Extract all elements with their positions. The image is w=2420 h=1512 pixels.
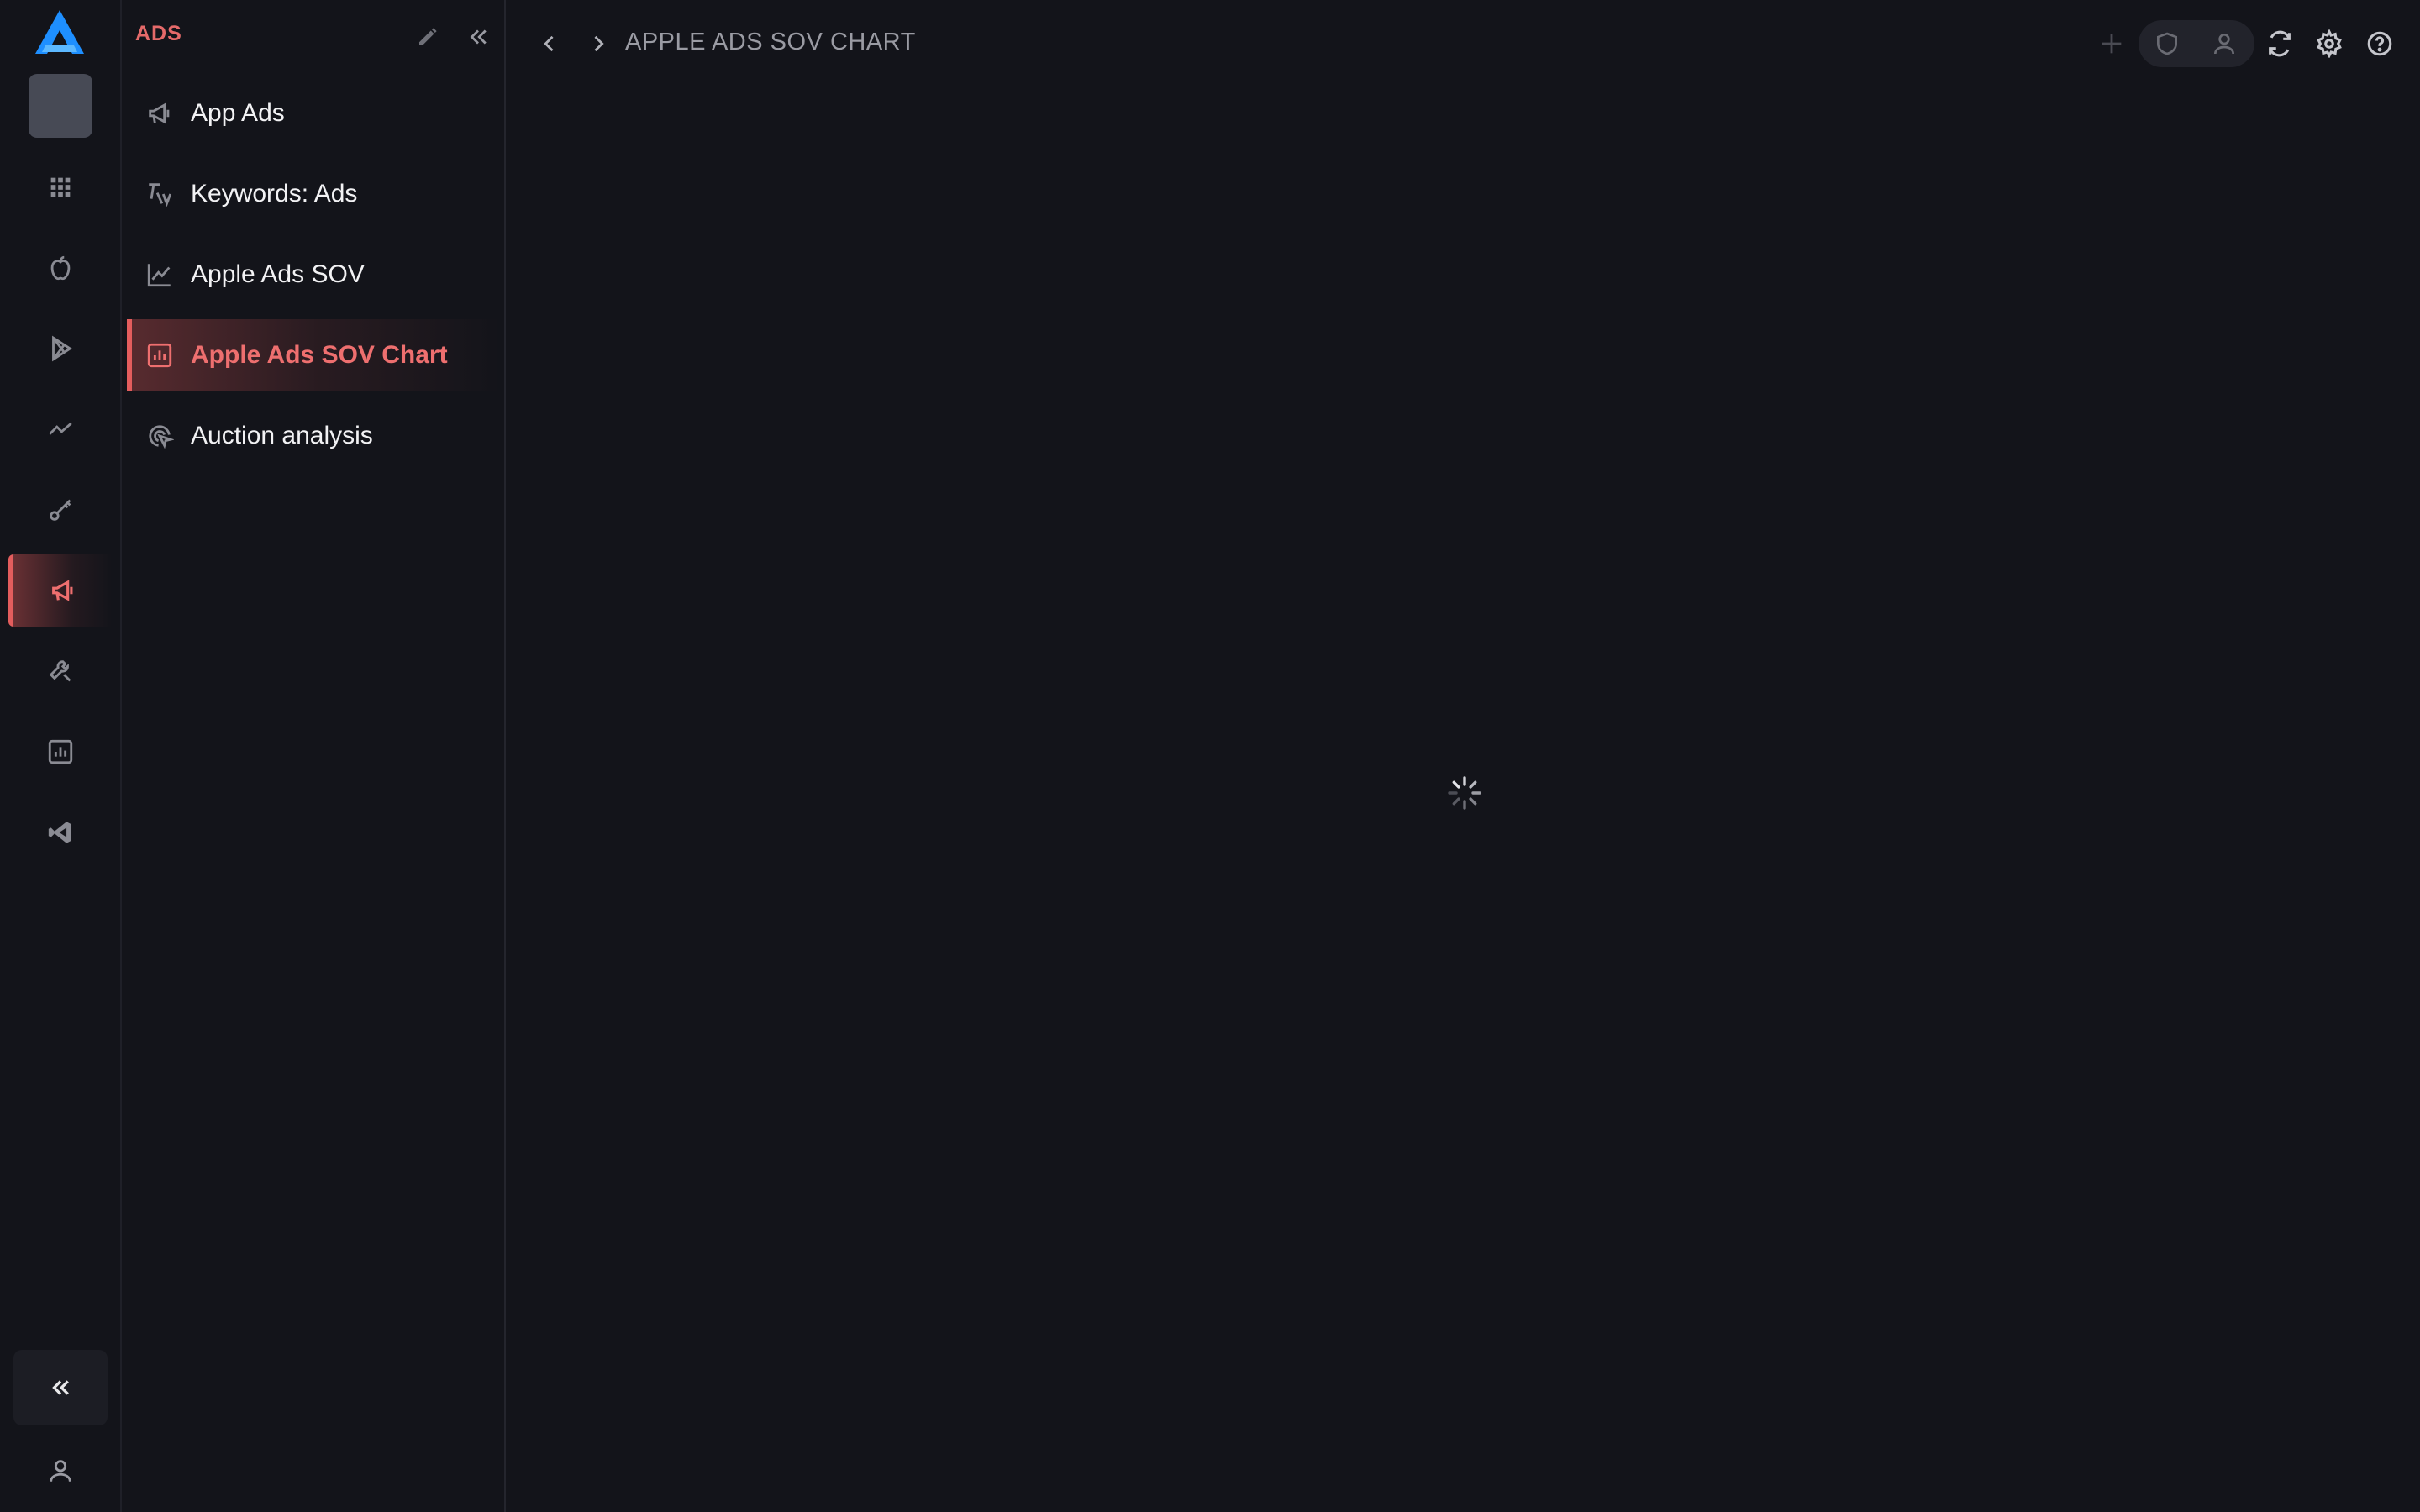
- sidebar-item-app-ads[interactable]: App Ads: [127, 77, 502, 150]
- gear-icon: [2317, 29, 2342, 58]
- megaphone-icon: [144, 97, 176, 129]
- app-logo[interactable]: [32, 8, 87, 57]
- breadcrumb: APPLE ADS SOV CHART: [625, 29, 916, 55]
- trend-icon[interactable]: [8, 393, 113, 465]
- app-rail: [0, 0, 122, 1512]
- help-icon: [2367, 31, 2392, 56]
- refresh-icon: [2269, 30, 2291, 57]
- sidebar-item-label: Apple Ads SOV Chart: [191, 341, 448, 369]
- line-chart-icon: [144, 259, 176, 291]
- edit-button[interactable]: [409, 18, 446, 55]
- apple-icon[interactable]: [8, 232, 113, 304]
- target-icon: [144, 420, 176, 452]
- pencil-icon: [419, 28, 437, 45]
- sidebar-item-label: Auction analysis: [191, 422, 373, 449]
- user-account-button[interactable]: [13, 1436, 108, 1505]
- add-button[interactable]: [2090, 22, 2133, 66]
- access-toggle-group: [2139, 20, 2254, 67]
- keyword-ads-icon: [144, 178, 176, 210]
- shield-icon[interactable]: [2152, 29, 2182, 59]
- workspace-avatar[interactable]: [29, 74, 92, 138]
- user-icon[interactable]: [2209, 29, 2239, 59]
- collapse-rail-button[interactable]: [13, 1350, 108, 1425]
- sidebar-item-apple-ads-sov[interactable]: Apple Ads SOV: [127, 239, 502, 311]
- double-chevron-left-icon: [52, 1380, 69, 1395]
- chevron-left-icon: [544, 35, 554, 52]
- apps-grid-icon[interactable]: [8, 151, 113, 223]
- collapse-sidebar-button[interactable]: [460, 18, 497, 55]
- refresh-button[interactable]: [2258, 22, 2302, 66]
- sidebar-title: ADS: [135, 22, 182, 45]
- ads-sidebar: ADS App Ads Keywords: Ads Apple Ads SOV …: [122, 0, 506, 1512]
- help-button[interactable]: [2358, 22, 2402, 66]
- sidebar-item-apple-ads-sov-chart[interactable]: Apple Ads SOV Chart: [127, 319, 502, 391]
- vscode-icon[interactable]: [8, 796, 113, 869]
- settings-button[interactable]: [2307, 22, 2351, 66]
- loading-spinner-icon: [1448, 776, 1481, 810]
- bar-chart-icon: [144, 339, 176, 371]
- double-chevron-left-icon: [470, 29, 487, 45]
- forward-button[interactable]: [580, 25, 617, 62]
- key-icon[interactable]: [8, 474, 113, 546]
- sidebar-item-label: Keywords: Ads: [191, 180, 358, 207]
- sidebar-item-keywords-ads[interactable]: Keywords: Ads: [127, 158, 502, 230]
- sidebar-item-label: App Ads: [191, 99, 285, 127]
- chevron-right-icon: [594, 35, 604, 52]
- sidebar-item-auction-analysis[interactable]: Auction analysis: [127, 400, 502, 472]
- megaphone-icon[interactable]: [8, 554, 113, 627]
- bar-chart-icon[interactable]: [8, 716, 113, 788]
- tools-icon[interactable]: [8, 635, 113, 707]
- user-icon: [50, 1460, 71, 1482]
- google-play-icon[interactable]: [8, 312, 113, 385]
- sidebar-item-label: Apple Ads SOV: [191, 260, 365, 288]
- plus-icon: [2102, 34, 2122, 54]
- back-button[interactable]: [531, 25, 568, 62]
